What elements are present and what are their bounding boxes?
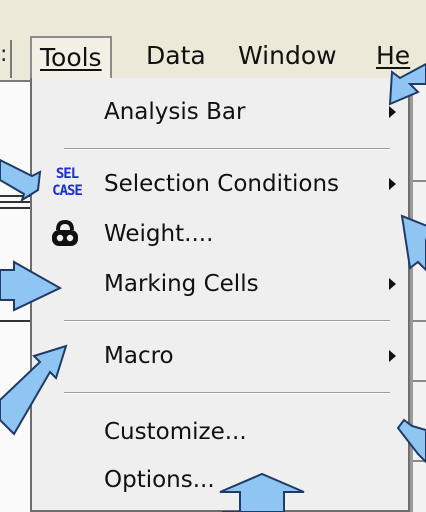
- pointer-arrow-icon: [388, 62, 426, 106]
- pointer-arrow-icon: [0, 158, 42, 203]
- pointer-arrow-icon: [0, 260, 63, 312]
- pointer-arrow-icon: [219, 472, 305, 512]
- pointer-arrow-icon: [396, 418, 426, 464]
- pointer-arrows-overlay: [0, 62, 426, 512]
- pointer-arrow-icon: [0, 344, 68, 436]
- pointer-arrow-icon: [400, 214, 426, 272]
